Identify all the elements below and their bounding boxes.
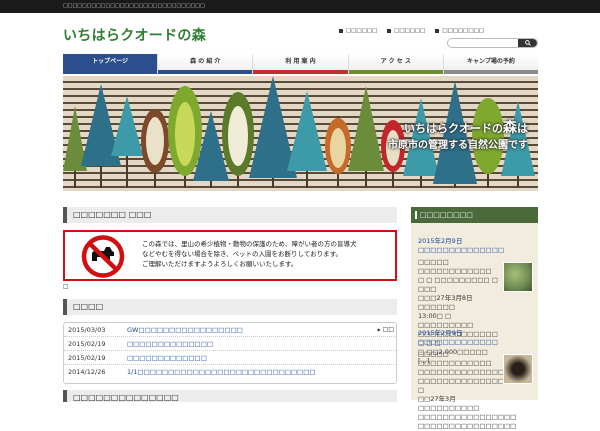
excerpt-line: □□□□□□□□□□□□□□□□	[418, 422, 517, 430]
header-link-3[interactable]: □□□□□□□□	[435, 28, 484, 34]
pet-notice: この森では、里山の希少植物・動物の保護のため、障がい者の方の盲導犬 などやむを得…	[63, 230, 397, 281]
notice-line-3: ご理解いただけますようよろしくお願いいたします。	[142, 260, 298, 268]
news-row: 2015/02/19 □□□□□□□□□□□□□□	[64, 337, 396, 351]
news-row: 2015/03/03 GW□□□□□□□□□□□□□□□□□	[64, 323, 396, 337]
entry-date: 2015年2月9日	[418, 237, 463, 245]
notice-text: この森では、里山の希少植物・動物の保護のため、障がい者の方の盲導犬 などやむを得…	[142, 239, 397, 269]
news-title-link[interactable]: □□□□□□□□□□□□□	[127, 351, 207, 364]
news-date: 2015/02/19	[68, 340, 106, 348]
news-date: 2014/12/26	[68, 368, 106, 376]
entry-thumbnail[interactable]	[503, 354, 533, 384]
magnifier-icon	[524, 39, 531, 46]
excerpt-line: □□□□□□□□□□□□□□ □	[418, 377, 504, 394]
news-list: □□ 2015/03/03 GW□□□□□□□□□□□□□□□□□ 2015/02…	[63, 322, 397, 384]
notice-line-2: などやむを得ない場合を除き、ペットの入園をお断りしております。	[142, 250, 343, 258]
header: いちはらクオードの森 □□□□□□ □□□□□□ □□□□□□□□	[0, 13, 600, 54]
news-row: 2014/12/26 1/1□□□□□□□□□□□□□□□□□□□□□□□□□□□…	[64, 365, 396, 379]
hero-banner: いちはらクオードの森は 市原市の管理する自然公園です	[63, 76, 538, 191]
tagline-line-2: 市原市の管理する自然公園です	[388, 140, 528, 151]
section-title-3: □□□□□□□□□□□□□□	[63, 390, 397, 402]
section-title-notice: □□□□□□□ □□□	[63, 207, 397, 223]
entry-excerpt: □□□□□ □□□□□□□□□□□□ □□□□□□□□□□□□□□□ □□□□□…	[418, 350, 517, 431]
section-title-news: □□□□	[63, 299, 397, 315]
top-bar: □□□□□□□□□□□□□□□□□□□□□□□□□□□□□□	[0, 0, 600, 13]
nav-top[interactable]: トップページ	[63, 54, 158, 74]
excerpt-line: □□□□□ □□□□□□□□□□□□	[418, 258, 492, 275]
excerpt-line: 13:00□ □ □□□□□□□□□	[418, 312, 474, 329]
logo-text: いちはらクオードの	[63, 28, 192, 44]
site-logo[interactable]: いちはらクオードの森	[63, 25, 206, 45]
news-title-link[interactable]: □□□□□□□□□□□□□□	[127, 337, 213, 350]
logo-text-forest: 森	[191, 28, 207, 44]
entry-thumbnail[interactable]	[503, 262, 533, 292]
global-nav: トップページ 森 の 紹 介 利 用 案 内 ア ク セ ス キャンプ場の予約	[63, 54, 539, 74]
news-more-link[interactable]: □□	[378, 326, 394, 333]
nav-access[interactable]: ア ク セ ス	[347, 54, 444, 74]
notice-line-1: この森では、里山の希少植物・動物の保護のため、障がい者の方の盲導犬	[142, 240, 357, 248]
excerpt-line: □□□□□ □□□□□□□□□□□□	[418, 350, 492, 367]
tagline-part-2: 森	[503, 120, 517, 136]
sidebar-title: □□□□□□□□	[411, 207, 538, 223]
news-date: 2015/02/19	[68, 354, 106, 362]
news-row: 2015/02/19 □□□□□□□□□□□□□	[64, 351, 396, 365]
sidebar: □□□□□□□□ 2015年2月9日 □□□□□□□□□□□□□□ □□□□□ …	[411, 207, 538, 430]
hero-tagline: いちはらクオードの森は 市原市の管理する自然公園です	[388, 120, 528, 154]
excerpt-line: □□□□□□□□□□□□□□□	[418, 368, 511, 376]
top-bar-text: □□□□□□□□□□□□□□□□□□□□□□□□□□□□□□	[63, 3, 205, 9]
header-link-1[interactable]: □□□□□□	[339, 28, 377, 34]
nav-camp-reservation[interactable]: キャンプ場の予約	[442, 54, 539, 74]
search-button[interactable]	[518, 39, 537, 47]
small-placeholder: □	[63, 283, 69, 290]
news-date: 2015/03/03	[68, 326, 106, 334]
excerpt-line: □ □ □□□□□□□□□ □ □□□	[418, 276, 498, 293]
nav-guide[interactable]: 利 用 案 内	[252, 54, 348, 74]
header-links: □□□□□□ □□□□□□ □□□□□□□□	[339, 28, 484, 34]
search-box	[447, 38, 538, 48]
entry-date: 2015年2月9日	[418, 329, 463, 337]
entry-title-link[interactable]: □□□□□□□□□□□□□	[418, 338, 533, 347]
excerpt-line: □□□27年3月8日□□□□□□	[418, 294, 473, 311]
entry-title-link[interactable]: □□□□□□□□□□□□□□	[418, 246, 533, 255]
nav-forest-intro[interactable]: 森 の 紹 介	[157, 54, 253, 74]
no-pets-icon	[81, 235, 125, 278]
tagline-part-3: は	[517, 122, 528, 135]
news-title-link[interactable]: 1/1□□□□□□□□□□□□□□□□□□□□□□□□□□□□□	[127, 365, 316, 379]
excerpt-line: □□□□□□□□□□□□□□□□	[418, 413, 517, 421]
blog-entry: 2015年2月9日 □□□□□□□□□□□□□ □□□□□ □□□□□□□□□□…	[418, 329, 533, 431]
tagline-part-1: いちはらクオードの	[404, 122, 503, 135]
news-title-link[interactable]: GW□□□□□□□□□□□□□□□□□	[127, 323, 243, 336]
header-link-2[interactable]: □□□□□□	[387, 28, 425, 34]
excerpt-line: □□27年3月□□□□□□□□□□	[418, 395, 480, 412]
